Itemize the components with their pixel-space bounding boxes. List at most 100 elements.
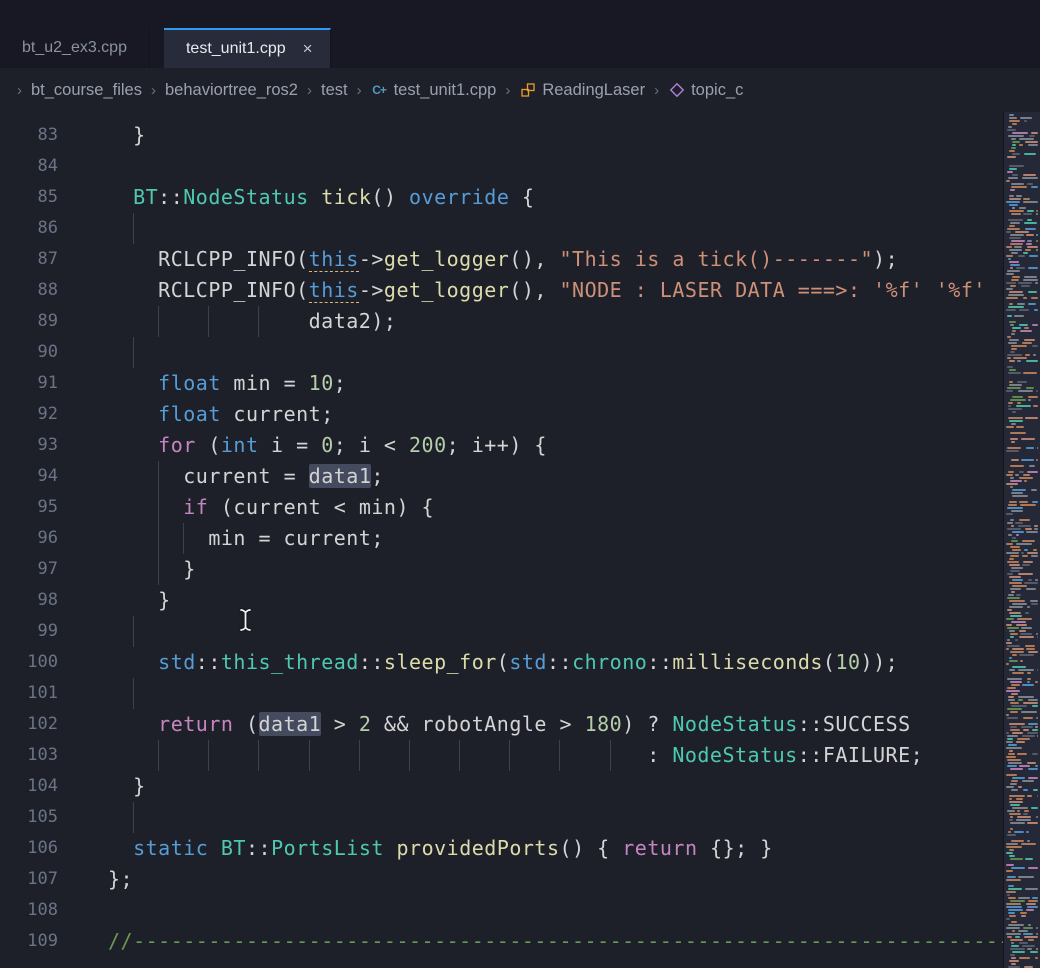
line-number[interactable]: 85 — [0, 182, 58, 213]
code-line[interactable]: 89 data2); — [0, 306, 1003, 337]
code-line[interactable]: 94 current = data1; — [0, 461, 1003, 492]
code-line[interactable]: 86 — [0, 213, 1003, 244]
line-content[interactable]: if (current < min) { — [108, 492, 1003, 523]
line-number[interactable]: 93 — [0, 430, 58, 461]
line-number[interactable]: 83 — [0, 120, 58, 151]
breadcrumb-item-behaviortree_ros2[interactable]: behaviortree_ros2 — [165, 81, 298, 100]
line-number[interactable]: 86 — [0, 213, 58, 244]
code-line[interactable]: 104} — [0, 771, 1003, 802]
line-content[interactable] — [108, 802, 1003, 833]
line-content[interactable]: return (data1 > 2 && robotAngle > 180) ?… — [108, 709, 1003, 740]
line-content[interactable] — [108, 895, 1003, 926]
line-content[interactable]: std::this_thread::sleep_for(std::chrono:… — [108, 647, 1003, 678]
line-content[interactable]: : NodeStatus::FAILURE; — [108, 740, 1003, 771]
line-number[interactable]: 98 — [0, 585, 58, 616]
code-line[interactable]: 109 //-----------------------------------… — [0, 926, 1003, 957]
line-content[interactable] — [108, 337, 1003, 368]
line-number[interactable]: 106 — [0, 833, 58, 864]
code-line[interactable]: 91 float min = 10; — [0, 368, 1003, 399]
code-line[interactable]: 102 return (data1 > 2 && robotAngle > 180… — [0, 709, 1003, 740]
tab-test_unit1.cpp[interactable]: test_unit1.cpp× — [164, 28, 331, 68]
code-line[interactable]: 100 std::this_thread::sleep_for(std::chro… — [0, 647, 1003, 678]
indent-guide — [158, 306, 159, 337]
line-number[interactable]: 89 — [0, 306, 58, 337]
code-line[interactable]: 103 : NodeStatus::FAILURE; — [0, 740, 1003, 771]
line-content[interactable] — [108, 678, 1003, 709]
code-line[interactable]: 108 — [0, 895, 1003, 926]
line-number[interactable]: 108 — [0, 895, 58, 926]
code-line[interactable]: 95 if (current < min) { — [0, 492, 1003, 523]
line-number[interactable]: 105 — [0, 802, 58, 833]
line-number[interactable]: 100 — [0, 647, 58, 678]
line-number[interactable]: 101 — [0, 678, 58, 709]
line-content[interactable]: } — [108, 771, 1003, 802]
line-number[interactable]: 92 — [0, 399, 58, 430]
line-number[interactable]: 95 — [0, 492, 58, 523]
code-line[interactable]: 93 for (int i = 0; i < 200; i++) { — [0, 430, 1003, 461]
code-line[interactable]: 88 RCLCPP_INFO(this->get_logger(), "NODE … — [0, 275, 1003, 306]
line-content[interactable]: }; — [108, 864, 1003, 895]
line-content[interactable]: BT::NodeStatus tick() override { — [108, 182, 1003, 213]
line-number[interactable]: 107 — [0, 864, 58, 895]
line-number[interactable]: 91 — [0, 368, 58, 399]
close-icon[interactable]: × — [300, 39, 316, 59]
line-content[interactable]: data2); — [108, 306, 1003, 337]
code-line[interactable]: 83} — [0, 120, 1003, 151]
line-number[interactable]: 96 — [0, 523, 58, 554]
minimap-line — [1006, 246, 1012, 248]
minimap-line — [1009, 630, 1015, 632]
minimap[interactable] — [1003, 112, 1040, 968]
code-line[interactable]: 101 — [0, 678, 1003, 709]
line-content[interactable]: } — [108, 554, 1003, 585]
code-line[interactable]: 99 — [0, 616, 1003, 647]
line-content[interactable]: min = current; — [108, 523, 1003, 554]
line-content[interactable]: static BT::PortsList providedPorts() { r… — [108, 833, 1003, 864]
line-content[interactable] — [108, 616, 1003, 647]
line-number[interactable]: 97 — [0, 554, 58, 585]
line-number[interactable]: 99 — [0, 616, 58, 647]
minimap-line — [1008, 594, 1014, 596]
line-content[interactable] — [108, 213, 1003, 244]
breadcrumb-item-bt_course_files[interactable]: bt_course_files — [31, 81, 142, 100]
code-line[interactable]: 90 — [0, 337, 1003, 368]
line-number[interactable]: 102 — [0, 709, 58, 740]
code-token: RCLCPP_INFO( — [158, 278, 309, 302]
line-number[interactable]: 109 — [0, 926, 58, 957]
tab-bt_u2_ex3.cpp[interactable]: bt_u2_ex3.cpp — [0, 28, 150, 68]
line-number[interactable]: 94 — [0, 461, 58, 492]
code-line[interactable]: 107}; — [0, 864, 1003, 895]
line-content[interactable]: current = data1; — [108, 461, 1003, 492]
line-number[interactable]: 87 — [0, 244, 58, 275]
line-content[interactable]: RCLCPP_INFO(this->get_logger(), "NODE : … — [108, 275, 1003, 306]
line-content[interactable]: float current; — [108, 399, 1003, 430]
code-line[interactable]: 96 min = current; — [0, 523, 1003, 554]
breadcrumb-item-topic_c[interactable]: topic_c — [668, 81, 743, 100]
line-content[interactable] — [108, 151, 1003, 182]
breadcrumb-item-test[interactable]: test — [321, 81, 348, 100]
line-content[interactable]: //--------------------------------------… — [108, 926, 1003, 957]
code-line[interactable]: 97} — [0, 554, 1003, 585]
code-line[interactable]: 87 RCLCPP_INFO(this->get_logger(), "This … — [0, 244, 1003, 275]
code-line[interactable]: 105 — [0, 802, 1003, 833]
line-content[interactable]: } — [108, 585, 1003, 616]
line-content[interactable]: RCLCPP_INFO(this->get_logger(), "This is… — [108, 244, 1003, 275]
code-area[interactable]: 83}8485BT::NodeStatus tick() override {8… — [0, 112, 1003, 968]
code-line[interactable]: 92 float current; — [0, 399, 1003, 430]
code-line[interactable]: 98} — [0, 585, 1003, 616]
line-number[interactable]: 88 — [0, 275, 58, 306]
line-number[interactable]: 103 — [0, 740, 58, 771]
code-token: > — [321, 712, 359, 736]
breadcrumb-item-test_unit1.cpp[interactable]: C+test_unit1.cpp — [371, 81, 497, 100]
line-content[interactable]: float min = 10; — [108, 368, 1003, 399]
line-number[interactable]: 104 — [0, 771, 58, 802]
line-content[interactable]: for (int i = 0; i < 200; i++) { — [108, 430, 1003, 461]
line-number[interactable]: 90 — [0, 337, 58, 368]
minimap-line — [1009, 369, 1016, 371]
code-line[interactable]: 85 BT::NodeStatus tick() override { — [0, 182, 1003, 213]
breadcrumb-item-ReadingLaser[interactable]: ReadingLaser — [519, 81, 645, 100]
line-number[interactable]: 84 — [0, 151, 58, 182]
code-line[interactable]: 84 — [0, 151, 1003, 182]
line-content[interactable]: } — [108, 120, 1003, 151]
code-line[interactable]: 106 static BT::PortsList providedPorts() … — [0, 833, 1003, 864]
minimap-line — [1022, 684, 1034, 686]
